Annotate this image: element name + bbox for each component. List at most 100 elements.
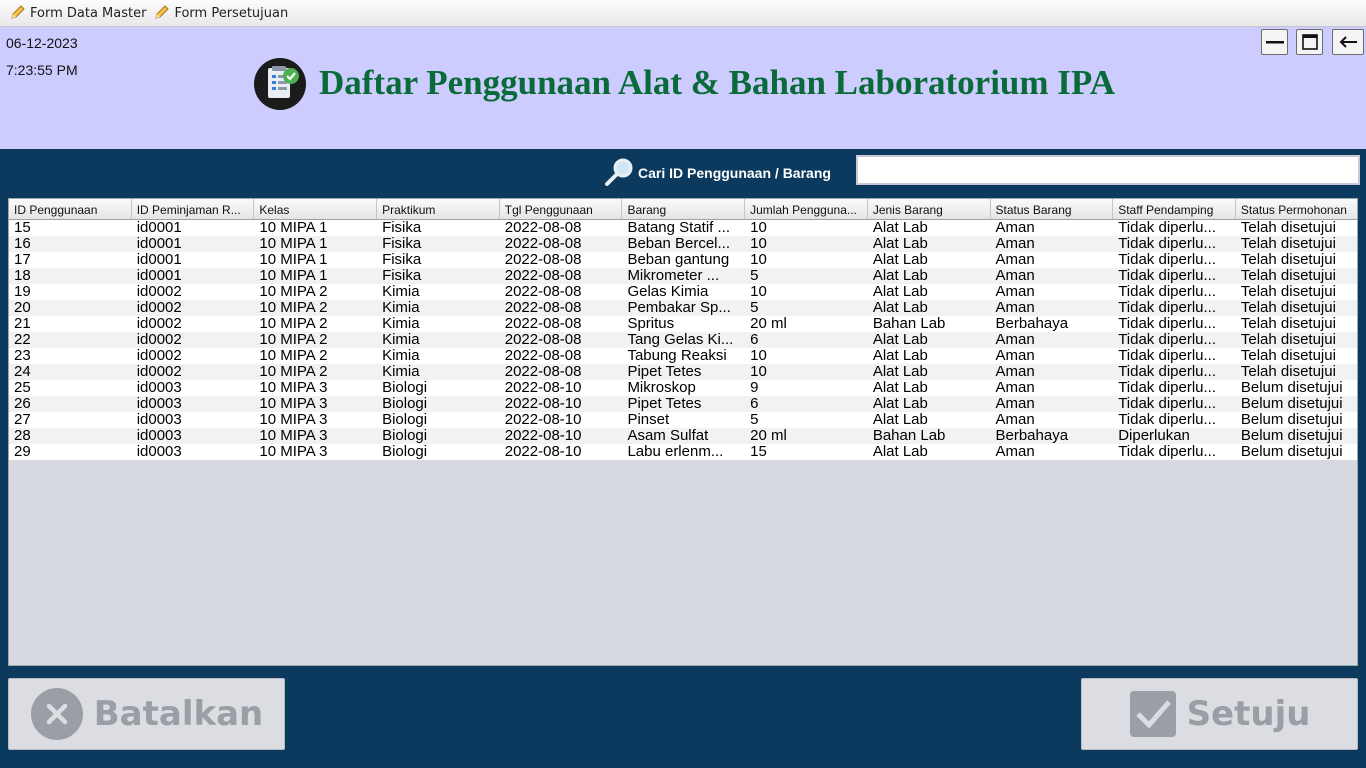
table-cell: id0002 <box>136 284 182 300</box>
column-header[interactable]: Jenis Barang <box>868 199 991 219</box>
table-cell: Fisika <box>382 220 422 236</box>
table-cell: id0003 <box>136 380 182 396</box>
column-header[interactable]: Staff Pendamping <box>1113 199 1236 219</box>
table-cell: 2022-08-08 <box>504 252 582 268</box>
column-header[interactable]: ID Peminjaman R... <box>132 199 255 219</box>
table-cell: 20 <box>14 300 31 316</box>
table-cell: 17 <box>14 252 31 268</box>
table-cell: id0002 <box>136 364 182 380</box>
table-cell: Alat Lab <box>872 364 928 380</box>
menu-item-form-persetujuan[interactable]: Form Persetujuan <box>154 5 288 21</box>
table-cell: Aman <box>995 252 1035 268</box>
table-cell: Telah disetujui <box>1240 220 1336 236</box>
table-cell: Gelas Kimia <box>627 284 709 300</box>
table-cell: Alat Lab <box>872 348 928 364</box>
table-row[interactable]: 25 id0003 10 MIPA 3 Biologi 2022-08-10 Mikros… <box>9 380 1357 396</box>
table-row[interactable]: 21 id0002 10 MIPA 2 Kimia 2022-08-08 Spritus 2… <box>9 316 1357 332</box>
usage-table[interactable]: ID Penggunaan ID Peminjaman R... Kelas P… <box>8 198 1358 666</box>
table-cell: Tidak diperlu... <box>1118 284 1217 300</box>
table-cell: 10 MIPA 3 <box>259 396 328 412</box>
table-cell: Fisika <box>382 268 422 284</box>
table-cell: Tabung Reaksi <box>627 348 727 364</box>
table-cell: Batang Statif ... <box>627 220 730 236</box>
table-cell: 2022-08-10 <box>504 428 582 444</box>
table-cell: 2022-08-08 <box>504 332 582 348</box>
menu-item-label: Form Data Master <box>30 5 147 21</box>
approve-button[interactable]: Setuju <box>1081 678 1358 750</box>
table-row[interactable]: 26 id0003 10 MIPA 3 Biologi 2022-08-10 Pipet … <box>9 396 1357 412</box>
table-cell: Aman <box>995 380 1035 396</box>
table-cell: Aman <box>995 396 1035 412</box>
column-header[interactable]: Barang <box>622 199 746 219</box>
table-cell: Aman <box>995 284 1035 300</box>
table-cell: 10 <box>750 348 767 364</box>
table-cell: Aman <box>995 348 1035 364</box>
table-cell: Tidak diperlu... <box>1118 412 1217 428</box>
table-cell: Bahan Lab <box>872 316 946 332</box>
page-title: Daftar Penggunaan Alat & Bahan Laborator… <box>319 63 1115 102</box>
table-cell: id0003 <box>136 428 182 444</box>
table-cell: Belum disetujui <box>1240 428 1343 444</box>
column-header[interactable]: Status Barang <box>991 199 1114 219</box>
table-cell: 2022-08-08 <box>504 348 582 364</box>
table-cell: 10 <box>750 284 767 300</box>
table-cell: Telah disetujui <box>1240 300 1336 316</box>
table-cell: 15 <box>750 444 767 460</box>
menu-item-label: Form Persetujuan <box>174 5 289 21</box>
table-row[interactable]: 24 id0002 10 MIPA 2 Kimia 2022-08-08 Pipet Te… <box>9 364 1357 380</box>
current-date: 06-12-2023 <box>6 35 78 51</box>
column-header[interactable]: Kelas <box>254 199 378 219</box>
table-cell: Asam Sulfat <box>627 428 709 444</box>
column-header[interactable]: Tgl Penggunaan <box>500 199 623 219</box>
table-cell: Diperlukan <box>1118 428 1190 444</box>
back-button[interactable] <box>1332 29 1364 55</box>
table-cell: 10 MIPA 1 <box>259 252 328 268</box>
table-cell: id0001 <box>136 268 182 284</box>
menu-item-form-data-master[interactable]: Form Data Master <box>10 5 146 21</box>
table-cell: 10 MIPA 2 <box>259 332 328 348</box>
table-cell: 2022-08-08 <box>504 268 582 284</box>
table-cell: Tidak diperlu... <box>1118 300 1217 316</box>
cancel-button[interactable]: Batalkan <box>8 678 285 750</box>
search-input[interactable] <box>856 155 1360 185</box>
table-cell: Tidak diperlu... <box>1118 252 1217 268</box>
table-cell: Alat Lab <box>872 268 928 284</box>
table-cell: Aman <box>995 444 1035 460</box>
table-cell: Tidak diperlu... <box>1118 396 1217 412</box>
table-row[interactable]: 27 id0003 10 MIPA 3 Biologi 2022-08-10 Pinset… <box>9 412 1357 428</box>
table-cell: Aman <box>995 364 1035 380</box>
table-cell: Belum disetujui <box>1240 444 1343 460</box>
table-cell: Belum disetujui <box>1240 380 1343 396</box>
table-cell: 5 <box>750 412 759 428</box>
table-cell: Aman <box>995 300 1035 316</box>
table-cell: Alat Lab <box>872 220 928 236</box>
table-cell: 10 <box>750 236 767 252</box>
table-cell: 2022-08-08 <box>504 364 582 380</box>
table-row[interactable]: 20 id0002 10 MIPA 2 Kimia 2022-08-08 Pembakar… <box>9 300 1357 316</box>
table-cell: Pinset <box>627 412 670 428</box>
table-cell: Tidak diperlu... <box>1118 348 1217 364</box>
maximize-button[interactable] <box>1296 29 1323 55</box>
column-header[interactable]: Jumlah Pengguna... <box>745 199 868 219</box>
column-header[interactable]: Praktikum <box>377 199 500 219</box>
minimize-button[interactable] <box>1261 29 1288 55</box>
table-row[interactable]: 17 id0001 10 MIPA 1 Fisika 2022-08-08 Beban g… <box>9 252 1357 268</box>
table-cell: Biologi <box>382 444 428 460</box>
table-row[interactable]: 15 id0001 10 MIPA 1 Fisika 2022-08-08 Batang … <box>9 220 1357 236</box>
table-row[interactable]: 16 id0001 10 MIPA 1 Fisika 2022-08-08 Beban B… <box>9 236 1357 252</box>
table-row[interactable]: 23 id0002 10 MIPA 2 Kimia 2022-08-08 Tabung R… <box>9 348 1357 364</box>
table-cell: Beban Bercel... <box>627 236 730 252</box>
table-row[interactable]: 18 id0001 10 MIPA 1 Fisika 2022-08-08 Mikrome… <box>9 268 1357 284</box>
column-header[interactable]: Status Permohonan <box>1236 199 1357 219</box>
table-cell: Labu erlenm... <box>627 444 724 460</box>
table-row[interactable]: 22 id0002 10 MIPA 2 Kimia 2022-08-08 Tang Gel… <box>9 332 1357 348</box>
table-cell: id0001 <box>136 236 182 252</box>
column-header[interactable]: ID Penggunaan <box>9 199 132 219</box>
table-cell: 15 <box>14 220 31 236</box>
table-cell: 10 MIPA 2 <box>259 348 328 364</box>
table-row[interactable]: 19 id0002 10 MIPA 2 Kimia 2022-08-08 Gelas Ki… <box>9 284 1357 300</box>
table-cell: Alat Lab <box>872 412 928 428</box>
table-row[interactable]: 28 id0003 10 MIPA 3 Biologi 2022-08-10 Asam S… <box>9 428 1357 444</box>
table-row[interactable]: 29 id0003 10 MIPA 3 Biologi 2022-08-10 Labu e… <box>9 444 1357 460</box>
table-cell: Kimia <box>382 284 420 300</box>
